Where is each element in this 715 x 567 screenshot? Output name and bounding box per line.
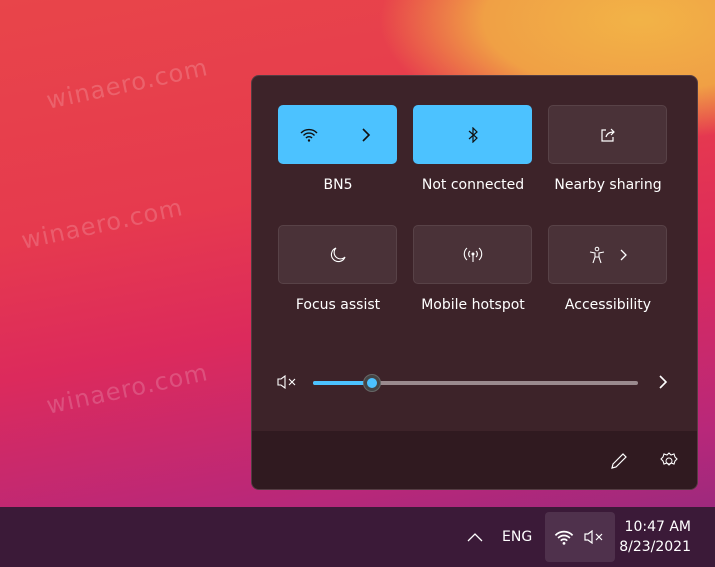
bluetooth-label: Not connected: [421, 177, 525, 193]
mobile-hotspot-tile[interactable]: [413, 225, 532, 284]
chevron-right-icon[interactable]: [658, 375, 668, 389]
chevron-up-icon[interactable]: [466, 531, 484, 543]
volume-slider[interactable]: [313, 374, 638, 392]
volume-slider-thumb[interactable]: [362, 374, 381, 392]
quick-settings-panel: BN5 Not connected Nearby sharing Focus a…: [251, 75, 698, 490]
nearby-sharing-tile[interactable]: [548, 105, 667, 164]
settings-gear-icon[interactable]: [659, 451, 679, 471]
moon-icon: [330, 246, 346, 262]
hotspot-icon: [463, 247, 482, 262]
bluetooth-icon: [468, 126, 478, 143]
date: 8/23/2021: [619, 539, 691, 555]
edit-pencil-icon[interactable]: [609, 451, 629, 471]
wifi-icon: [300, 128, 318, 142]
nearby-sharing-label: Nearby sharing: [554, 177, 662, 193]
watermark: winaero.com: [18, 193, 186, 255]
share-icon: [600, 128, 615, 142]
mobile-hotspot-label: Mobile hotspot: [421, 297, 525, 313]
network-volume-button[interactable]: [545, 512, 615, 562]
volume-muted-icon: [584, 530, 603, 544]
watermark: winaero.com: [43, 358, 211, 420]
wifi-icon: [554, 530, 574, 545]
accessibility-icon: [589, 246, 604, 263]
wifi-label: BN5: [323, 177, 353, 193]
focus-assist-tile[interactable]: [278, 225, 397, 284]
chevron-right-icon[interactable]: [619, 249, 627, 261]
volume-muted-icon[interactable]: [277, 375, 297, 389]
bluetooth-tile[interactable]: [413, 105, 532, 164]
watermark: winaero.com: [43, 53, 211, 115]
language-indicator[interactable]: ENG: [502, 529, 532, 545]
focus-assist-label: Focus assist: [295, 297, 381, 313]
panel-footer: [252, 431, 697, 489]
taskbar: ENG 10:47 AM 8/23/2021: [0, 507, 715, 567]
clock[interactable]: 10:47 AM 8/23/2021: [619, 517, 691, 557]
accessibility-label: Accessibility: [564, 297, 652, 313]
accessibility-tile[interactable]: [548, 225, 667, 284]
chevron-right-icon[interactable]: [361, 127, 371, 142]
wifi-tile[interactable]: [278, 105, 397, 164]
time: 10:47 AM: [624, 519, 691, 535]
